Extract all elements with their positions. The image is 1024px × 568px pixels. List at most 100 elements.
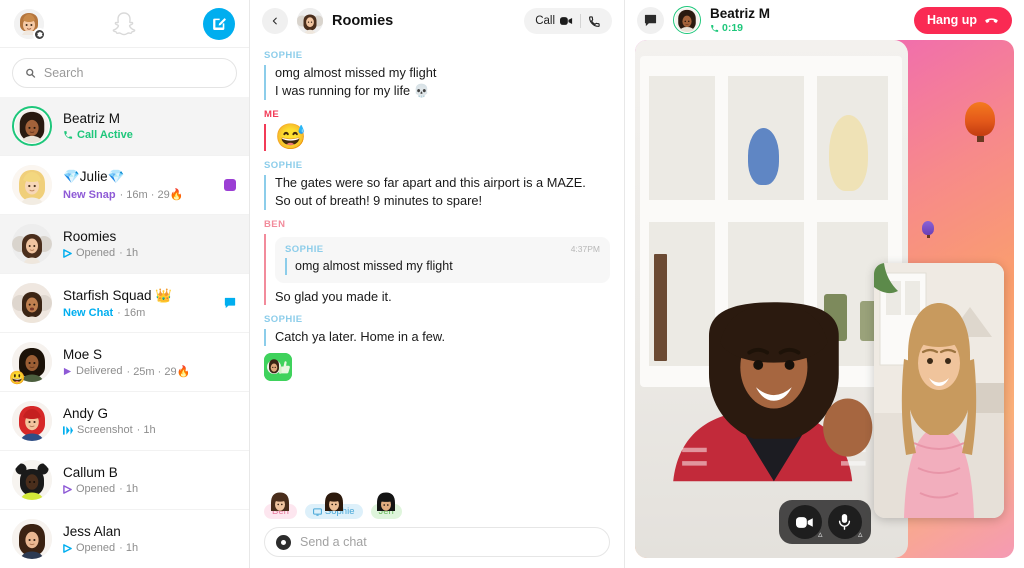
avatar	[12, 401, 52, 441]
chat-row-name: Jess Alan	[63, 524, 121, 539]
message-sophie-1: SOPHIE omg almost missed my flight I was…	[264, 50, 610, 100]
presence-chip-sophie[interactable]: Sophie	[304, 489, 363, 519]
presence-chip-ben[interactable]: Ben	[264, 489, 297, 519]
quoted-message[interactable]: SOPHIE 4:37PM omg almost missed my fligh…	[275, 237, 610, 283]
profile-avatar[interactable]	[14, 8, 46, 41]
chat-row-starfish-squad[interactable]: Starfish Squad 👑 New Chat · 16m	[0, 274, 249, 333]
search-container	[0, 48, 249, 97]
chat-row-name: Roomies	[63, 229, 117, 244]
search-input[interactable]	[43, 66, 224, 80]
video-camera-icon	[560, 17, 573, 25]
chat-row-name: Beatriz M	[63, 111, 121, 126]
status-text: New Snap	[63, 188, 116, 201]
chat-row-status: Call Active	[63, 129, 212, 141]
chat-row-badge	[223, 179, 237, 191]
thumbs-up-bitmoji-sticker[interactable]	[264, 353, 292, 382]
status-meta: · 16m · 29🔥	[119, 189, 184, 201]
hangup-label: Hang up	[927, 13, 977, 27]
chevron-up-icon[interactable]: ▵	[858, 529, 863, 540]
chat-row-callum-b[interactable]: Callum B Opened · 1h	[0, 451, 249, 510]
search-icon	[26, 68, 36, 78]
status-meta: · 1h	[119, 483, 139, 495]
search-box[interactable]	[12, 58, 237, 88]
status-text: Call Active	[77, 129, 133, 141]
call-controls: Call	[524, 8, 612, 34]
presence-chip-jen[interactable]: Jen	[370, 489, 402, 519]
video-stage[interactable]: ▵ ▵	[635, 40, 1014, 558]
sidebar: Beatriz M Call Active	[0, 0, 250, 568]
status-meta: · 1h	[119, 247, 139, 259]
chat-list: Beatriz M Call Active 💎Julie💎 New Snap ·…	[0, 97, 249, 568]
message-body: 😅	[264, 123, 610, 152]
group-avatar[interactable]	[297, 8, 323, 34]
chat-row-name: 💎Julie💎	[63, 169, 125, 184]
chat-row-moe-s[interactable]: 😃 Moe S Delivered · 25m · 29🔥	[0, 333, 249, 392]
message-thread: SOPHIE omg almost missed my flight I was…	[250, 42, 624, 483]
call-controls-bar: ▵ ▵	[778, 500, 871, 544]
avatar	[12, 224, 52, 264]
play-triangle-icon	[63, 367, 72, 375]
chat-row-status: Opened · 1h	[63, 483, 212, 495]
avatar	[12, 460, 52, 500]
avatar-bitmoji	[12, 401, 52, 441]
hot-air-balloon-icon	[922, 221, 935, 239]
avatar	[267, 489, 293, 511]
self-video-preview[interactable]	[874, 263, 1004, 518]
video-call-button[interactable]: Call	[528, 8, 580, 34]
chat-row-text: Andy G Screenshot · 1h	[63, 406, 212, 436]
phone-icon	[64, 131, 73, 139]
chat-bubble-icon[interactable]	[637, 6, 664, 34]
status-text: Opened	[76, 483, 116, 495]
chat-row-name: Andy G	[63, 406, 109, 421]
back-chevron-icon[interactable]	[262, 8, 288, 34]
phone-handset-icon	[589, 15, 600, 27]
caller-avatar[interactable]	[673, 6, 701, 34]
message-body: Catch ya later. Home in a few.	[264, 329, 610, 347]
call-duration: 0:19	[710, 22, 905, 34]
status-text: Delivered	[76, 365, 123, 377]
status-text: Opened	[76, 247, 116, 259]
avatar: 😃	[9, 342, 52, 384]
camera-toggle-button[interactable]: ▵	[787, 505, 823, 540]
play-triangle-icon	[63, 543, 72, 553]
chat-row-status: Opened · 1h	[63, 247, 212, 259]
message-author: BEN	[264, 219, 286, 231]
message-sophie-2: SOPHIE The gates were so far apart and t…	[264, 160, 610, 211]
chat-row-status: Opened · 1h	[63, 542, 212, 554]
page-title: Roomies	[332, 13, 394, 29]
composer-area: Ben Sophie Jen Send a chat	[250, 483, 624, 568]
chat-row-text: Moe S Delivered · 25m · 29🔥	[63, 347, 212, 378]
compose-new-chat-icon[interactable]	[203, 7, 235, 40]
chat-row-jess-alan[interactable]: Jess Alan Opened · 1h	[0, 510, 249, 568]
chat-row-roomies[interactable]: Roomies Opened · 1h	[0, 215, 249, 274]
remote-video-feed	[635, 40, 908, 558]
chat-row-status: Screenshot · 1h	[63, 424, 212, 436]
avatar-bitmoji	[12, 165, 52, 205]
camera-icon[interactable]	[276, 534, 291, 550]
video-call-panel: Beatriz M 0:19 Hang up ▵ ▵	[625, 0, 1024, 568]
conversation-panel: Roomies Call SOPHIE omg almost missed my…	[250, 0, 625, 568]
message-line: I was running for my life 💀	[275, 82, 430, 98]
hang-up-button[interactable]: Hang up	[914, 6, 1012, 34]
chat-row-andy-g[interactable]: Andy G Screenshot · 1h	[0, 392, 249, 451]
play-triangle-icon	[63, 484, 72, 494]
group-avatar	[12, 224, 52, 264]
chat-row-beatriz-m[interactable]: Beatriz M Call Active	[0, 97, 249, 156]
chat-row-text: Beatriz M Call Active	[63, 111, 212, 141]
message-author: ME	[264, 108, 280, 120]
audio-call-button[interactable]	[581, 8, 608, 34]
message-line: omg almost missed my flight	[275, 65, 437, 80]
chat-row-status: New Chat · 16m	[63, 307, 212, 319]
avatar	[373, 489, 399, 511]
chat-row-julie[interactable]: 💎Julie💎 New Snap · 16m · 29🔥	[0, 156, 249, 215]
gear-icon[interactable]	[33, 27, 46, 41]
avatar-ring-active	[12, 106, 52, 146]
avatar	[12, 283, 52, 323]
send-chat-input[interactable]	[300, 535, 598, 549]
chat-row-status: New Snap · 16m · 29🔥	[63, 188, 212, 202]
message-author: SOPHIE	[264, 50, 303, 61]
mic-toggle-button[interactable]: ▵	[827, 505, 863, 540]
chevron-up-icon[interactable]: ▵	[818, 529, 823, 540]
microphone-icon	[838, 514, 851, 530]
chat-composer[interactable]	[264, 527, 610, 557]
